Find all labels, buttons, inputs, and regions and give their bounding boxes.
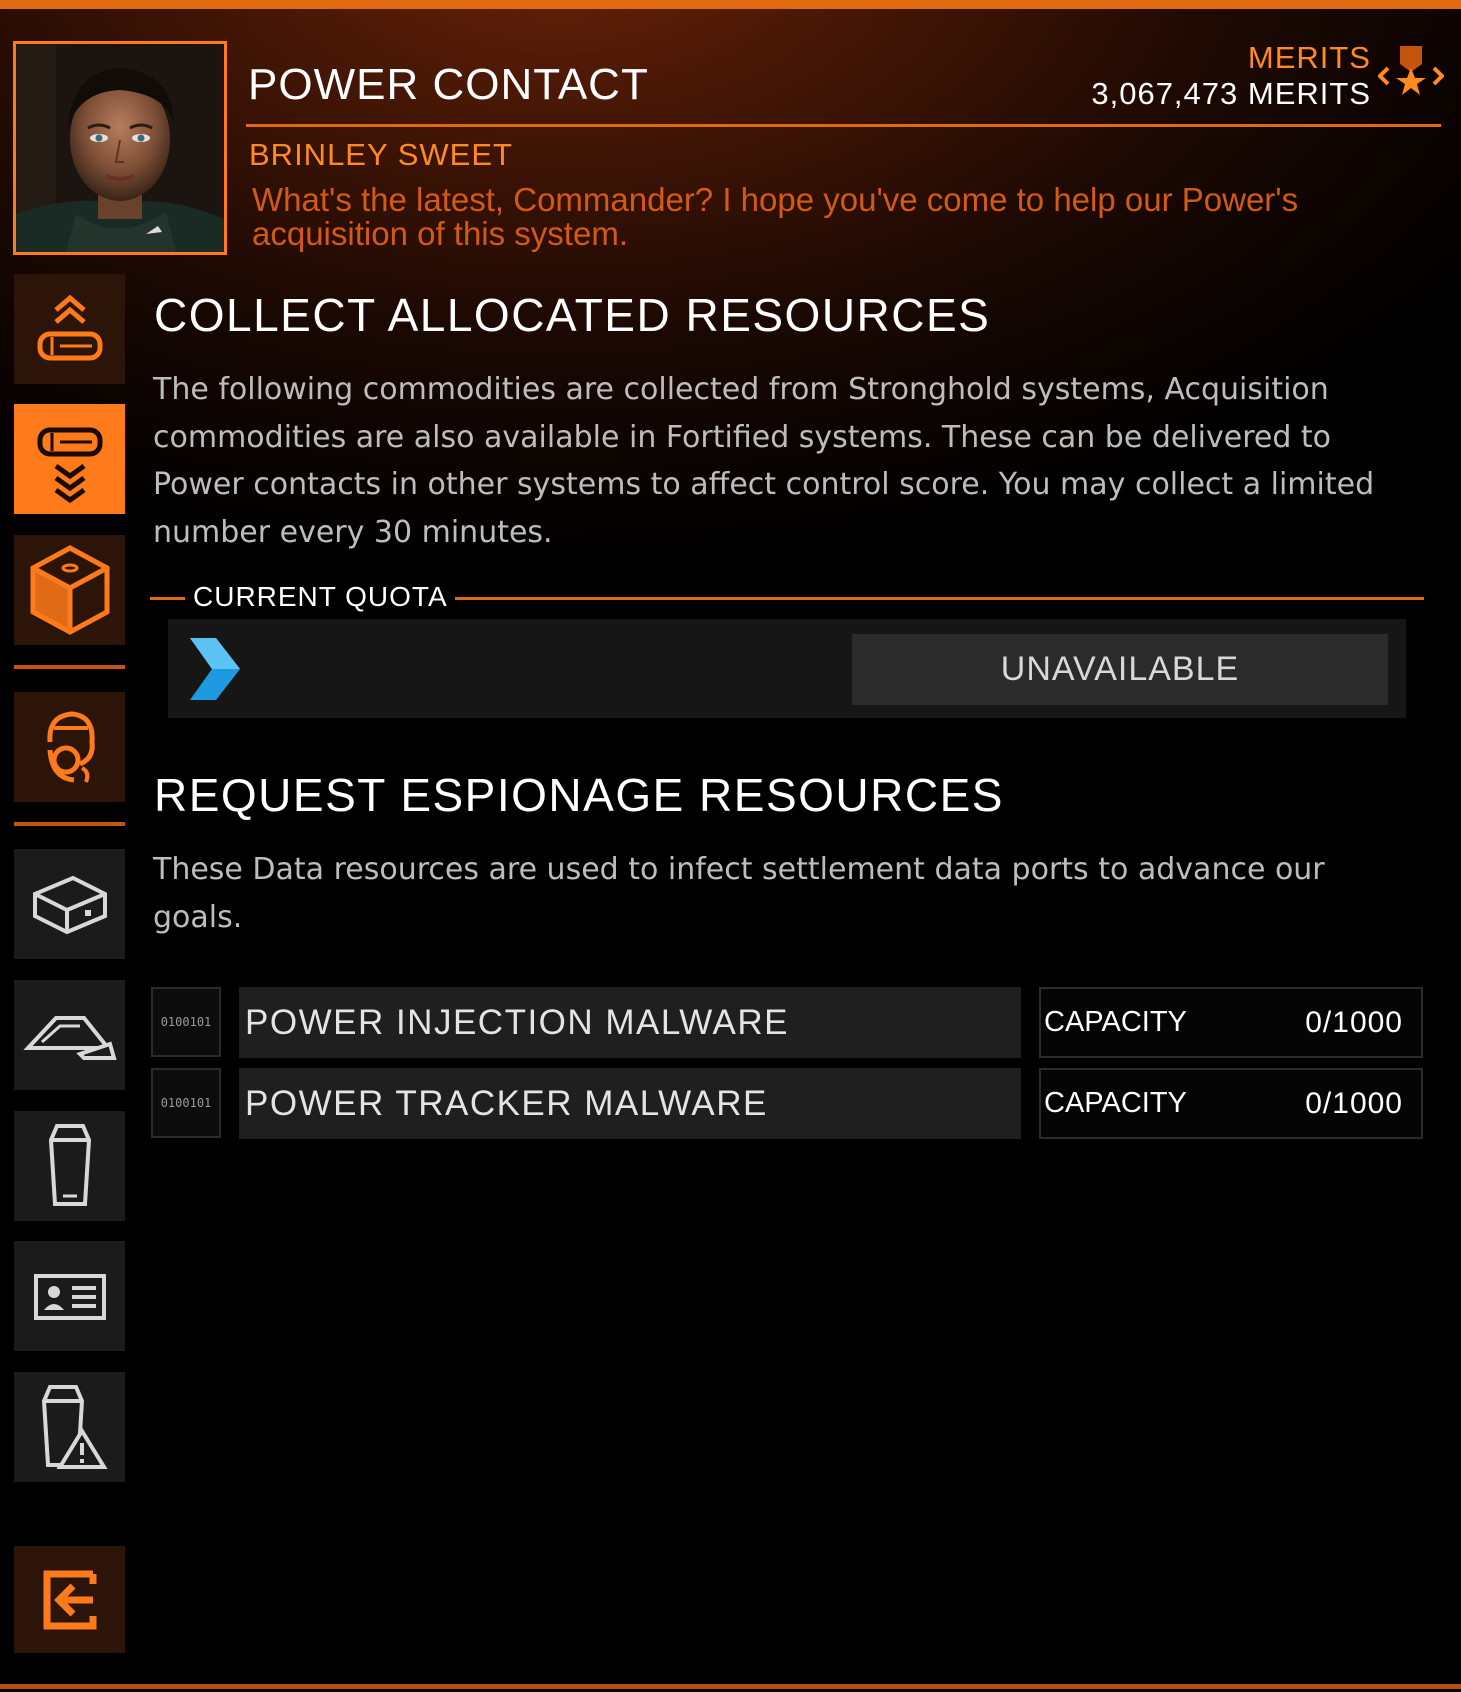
contact-message: What's the latest, Commander? I hope you… <box>252 181 1299 252</box>
id-card-icon <box>33 1274 106 1320</box>
capacity-label: CAPACITY <box>1044 1087 1187 1119</box>
quota-rule-right <box>455 597 1424 600</box>
power-contact-screen: POWER CONTACT MERITS 3,067,473 MERITS BR… <box>0 0 1461 1692</box>
sidebar-separator <box>14 822 125 826</box>
commodity-crate-icon <box>32 875 107 935</box>
sidebar-collect-up-button[interactable] <box>14 274 125 384</box>
collect-down-icon <box>37 427 102 504</box>
sidebar-canister-button[interactable] <box>14 1111 125 1221</box>
resource-capacity: CAPACITY 0/1000 <box>1039 1068 1423 1139</box>
espionage-description: These Data resources are used to infect … <box>153 852 1325 935</box>
contact-headset-icon <box>46 711 95 783</box>
merits-rank-icon <box>1377 42 1445 108</box>
quota-label: CURRENT QUOTA <box>193 581 448 612</box>
collect-description: The following commodities are collected … <box>153 372 1375 550</box>
sidebar-separator <box>14 665 125 669</box>
chevron-right-icon <box>186 636 242 702</box>
sidebar-contact-button[interactable] <box>14 692 125 802</box>
sidebar-commodity-button[interactable] <box>14 849 125 959</box>
resource-injection-malware[interactable]: POWER INJECTION MALWARE <box>239 987 1021 1058</box>
cargo-box-icon <box>30 545 109 635</box>
quota-rule-left <box>150 597 185 600</box>
exit-icon <box>43 1570 96 1629</box>
merits-label: MERITS <box>1247 40 1371 75</box>
sidebar-hazard-button[interactable] <box>14 1372 125 1482</box>
capacity-value: 0/1000 <box>1305 1005 1403 1039</box>
data-resource-icon: 0100101 <box>151 987 221 1057</box>
contact-portrait <box>13 41 227 255</box>
canister-icon <box>48 1124 91 1206</box>
collect-section-title: COLLECT ALLOCATED RESOURCES <box>154 289 991 341</box>
data-wedge-icon <box>22 1016 117 1060</box>
sidebar-id-button[interactable] <box>14 1241 125 1351</box>
exit-button[interactable] <box>14 1546 125 1653</box>
collect-up-icon <box>37 294 102 361</box>
sidebar-data-button[interactable] <box>14 980 125 1090</box>
unavailable-button[interactable]: UNAVAILABLE <box>852 634 1388 705</box>
header-divider <box>246 124 1441 127</box>
bottom-rule <box>0 1684 1461 1689</box>
espionage-section-title: REQUEST ESPIONAGE RESOURCES <box>154 769 1004 821</box>
capacity-value: 0/1000 <box>1305 1086 1403 1120</box>
data-resource-icon: 0100101 <box>151 1068 221 1138</box>
sidebar-collect-down-button[interactable] <box>14 404 125 514</box>
capacity-label: CAPACITY <box>1044 1006 1187 1038</box>
merits-value: 3,067,473 MERITS <box>1091 76 1371 111</box>
resource-tracker-malware[interactable]: POWER TRACKER MALWARE <box>239 1068 1021 1139</box>
hazard-canister-icon <box>41 1385 108 1469</box>
top-rule <box>0 0 1461 9</box>
contact-name: BRINLEY SWEET <box>249 137 513 172</box>
page-title: POWER CONTACT <box>248 60 649 109</box>
resource-capacity: CAPACITY 0/1000 <box>1039 987 1423 1058</box>
sidebar-cargo-button[interactable] <box>14 535 125 645</box>
